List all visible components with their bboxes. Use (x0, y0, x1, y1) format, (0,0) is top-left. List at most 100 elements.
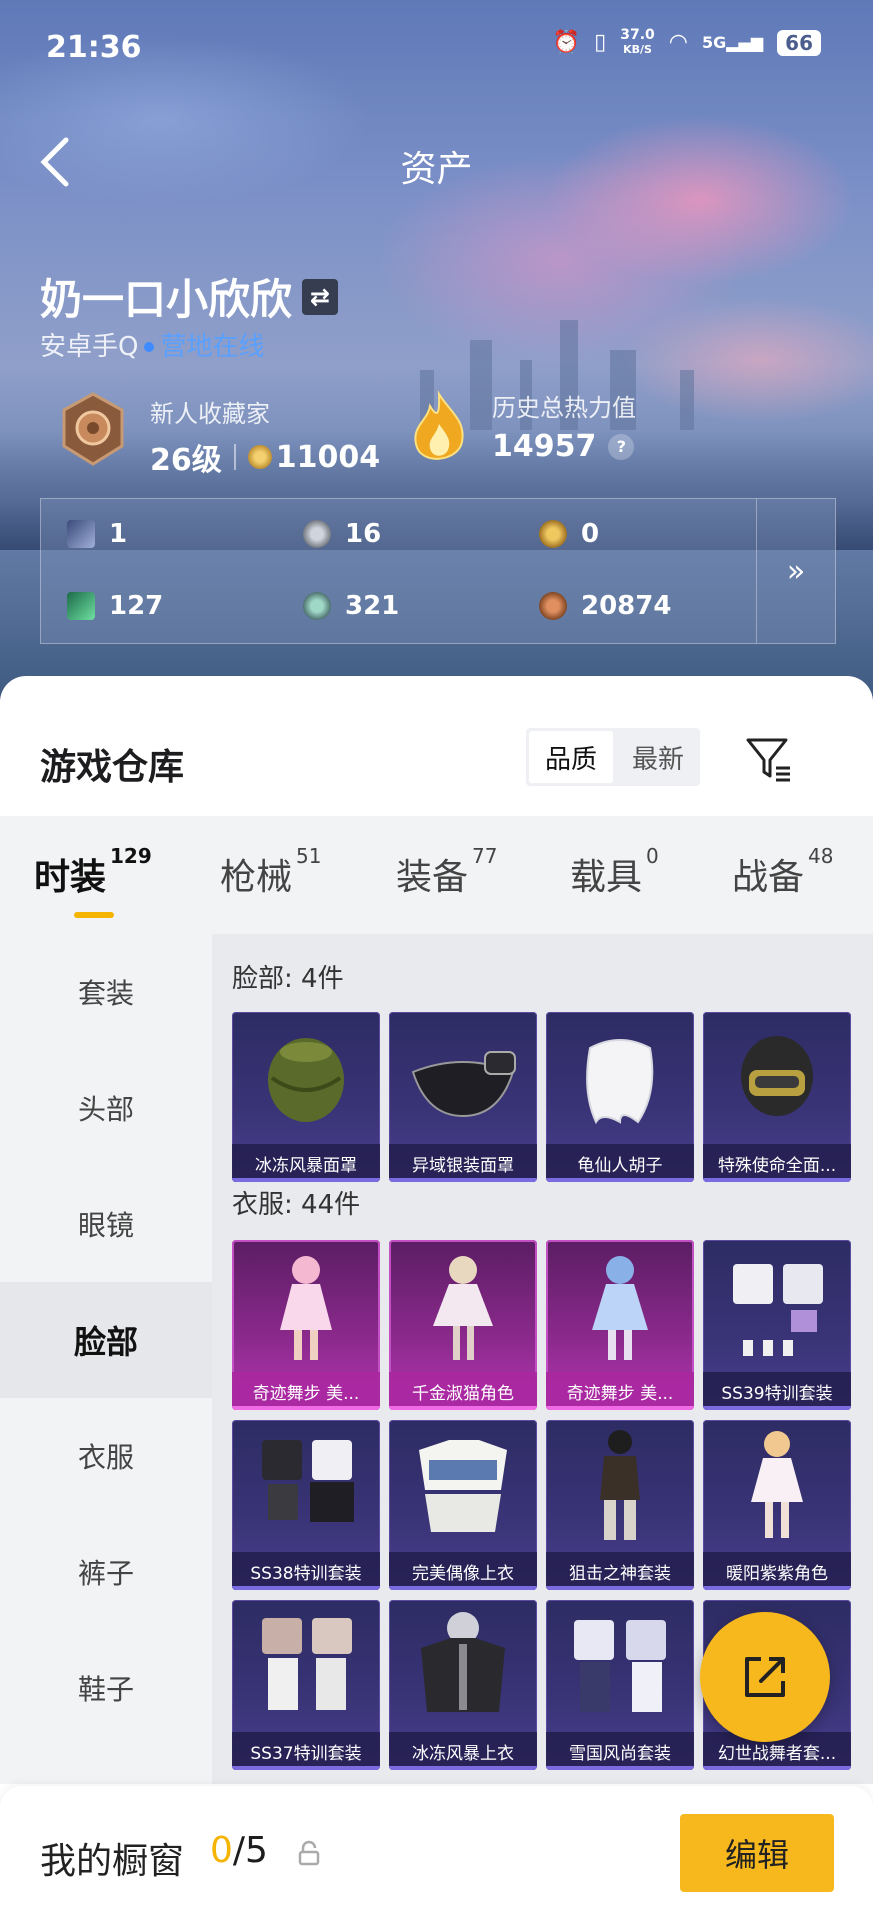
beard-icon (586, 1039, 654, 1125)
player-name: 奶一口小欣欣 (40, 275, 293, 324)
character-icon (751, 1431, 803, 1538)
network-speed: 37.0 KB/S (620, 27, 655, 56)
item-card[interactable]: 奇迹舞步 美... (546, 1240, 694, 1410)
help-icon[interactable]: ? (608, 433, 635, 460)
share-button[interactable] (700, 1612, 830, 1742)
item-card[interactable]: SS38特训套装 (232, 1420, 380, 1590)
divider (233, 444, 236, 470)
expand-currency-button[interactable]: » (756, 499, 835, 643)
platform-label: 安卓手Q (40, 332, 139, 362)
gold-token-icon (539, 520, 567, 548)
heat-stat[interactable]: 历史总热力值 14957? (492, 388, 636, 464)
character-icon (280, 1256, 332, 1360)
sort-newest[interactable]: 最新 (616, 728, 700, 786)
coin-icon (247, 445, 272, 469)
player-subline: 安卓手Q 营地在线 (40, 326, 264, 363)
item-card[interactable]: 完美偶像上衣 (389, 1420, 537, 1590)
showcase-bar: 我的橱窗 0/5 编辑 (0, 1786, 873, 1920)
share-icon (745, 1657, 785, 1697)
currency-item: 321 (303, 591, 399, 621)
player-name-row: 奶一口小欣欣 ⇄ (40, 266, 339, 327)
tab-vehicles[interactable]: 载具0 (570, 844, 659, 900)
item-card[interactable]: 千金淑猫角色 (389, 1240, 537, 1410)
building (470, 340, 492, 430)
currency-item: 16 (303, 519, 381, 549)
item-card[interactable]: 特殊使命全面... (703, 1012, 851, 1182)
showcase-label: 我的橱窗 (40, 1841, 185, 1882)
edit-button[interactable]: 编辑 (680, 1814, 834, 1892)
green-card-icon (67, 592, 95, 620)
sidebar-item-sets[interactable]: 套装 (0, 934, 212, 1050)
currency-panel[interactable]: 1 16 0 127 321 20874 » (40, 498, 836, 644)
status-time: 21:36 (46, 30, 142, 65)
active-tab-indicator (74, 912, 114, 918)
vibrate-icon: ▯ (594, 30, 607, 55)
item-card[interactable]: 异域银装面罩 (389, 1012, 537, 1182)
switch-account-icon[interactable]: ⇄ (302, 278, 339, 315)
sidebar-item-face[interactable]: 脸部 (0, 1282, 212, 1398)
currency-item: 20874 (539, 591, 671, 621)
outfit-icon (262, 1440, 354, 1522)
item-card[interactable]: 暖阳紫紫角色 (703, 1420, 851, 1590)
tab-weapons[interactable]: 枪械51 (220, 844, 321, 900)
sidebar-item-shoes[interactable]: 鞋子 (0, 1630, 212, 1746)
item-card[interactable]: 龟仙人胡子 (546, 1012, 694, 1182)
battery-indicator: 66 (777, 29, 821, 56)
sidebar-item-clothes[interactable]: 衣服 (0, 1398, 212, 1514)
category-tabs: 时装129 枪械51 装备77 载具0 战备48 (0, 816, 873, 934)
section-title: 脸部: 4件 (232, 964, 344, 994)
outfit-icon (574, 1620, 666, 1712)
sort-toggle: 品质 最新 (526, 728, 700, 786)
tab-equipment[interactable]: 装备77 (396, 844, 497, 900)
showcase-count: 0/5 (210, 1830, 268, 1871)
card-icon (67, 520, 95, 548)
item-card[interactable]: SS37特训套装 (232, 1600, 380, 1770)
silver-coin-icon (303, 520, 331, 548)
wifi-icon: ◠ (668, 30, 688, 55)
online-status: 营地在线 (160, 332, 265, 362)
item-card[interactable]: 奇迹舞步 美... (232, 1240, 380, 1410)
tab-supplies[interactable]: 战备48 (732, 844, 833, 900)
signal-icon: 5G▂▄▆ (701, 33, 764, 52)
flame-icon (414, 390, 464, 460)
collector-stat[interactable]: 新人收藏家 26级 11004 (150, 394, 380, 479)
mask-icon (411, 1051, 516, 1118)
lock-icon (298, 1840, 320, 1866)
character-icon (433, 1256, 493, 1360)
page-title: 资产 (400, 149, 473, 190)
item-card[interactable]: 雪国风尚套装 (546, 1600, 694, 1770)
helmet-icon (741, 1036, 813, 1116)
jacket-icon (421, 1612, 505, 1712)
mask-icon (268, 1038, 344, 1122)
sidebar-item-pants[interactable]: 裤子 (0, 1514, 212, 1630)
heat-value: 14957 (492, 429, 597, 464)
character-icon (600, 1430, 640, 1540)
coin-count: 11004 (275, 439, 381, 475)
currency-item: 127 (67, 591, 163, 621)
currency-item: 1 (67, 519, 127, 549)
online-dot (144, 342, 155, 352)
warehouse-title: 游戏仓库 (40, 747, 185, 788)
collector-level: 26级 (150, 443, 222, 478)
sidebar-item-head[interactable]: 头部 (0, 1050, 212, 1166)
subcategory-sidebar: 套装 头部 眼镜 脸部 衣服 裤子 鞋子 (0, 934, 212, 1784)
tab-fashion[interactable]: 时装129 (34, 844, 152, 900)
item-card[interactable]: 冰冻风暴上衣 (389, 1600, 537, 1770)
building (680, 370, 694, 430)
character-icon (592, 1256, 648, 1360)
bronze-coin-icon (539, 592, 567, 620)
sort-quality[interactable]: 品质 (529, 731, 613, 783)
outfit-icon (733, 1264, 823, 1356)
sidebar-item-glasses[interactable]: 眼镜 (0, 1166, 212, 1282)
collector-medal-icon (62, 392, 124, 466)
teal-coin-icon (303, 592, 331, 620)
currency-item: 0 (539, 519, 599, 549)
item-card[interactable]: 狙击之神套装 (546, 1420, 694, 1590)
outfit-icon (262, 1618, 352, 1710)
filter-icon[interactable] (744, 734, 794, 784)
jacket-icon (419, 1440, 507, 1532)
item-card[interactable]: 冰冻风暴面罩 (232, 1012, 380, 1182)
item-card[interactable]: SS39特训套装 (703, 1240, 851, 1410)
alarm-icon: ⏰ (552, 30, 581, 55)
status-icons: ⏰ ▯ 37.0 KB/S ◠ 5G▂▄▆ 66 (553, 28, 821, 57)
